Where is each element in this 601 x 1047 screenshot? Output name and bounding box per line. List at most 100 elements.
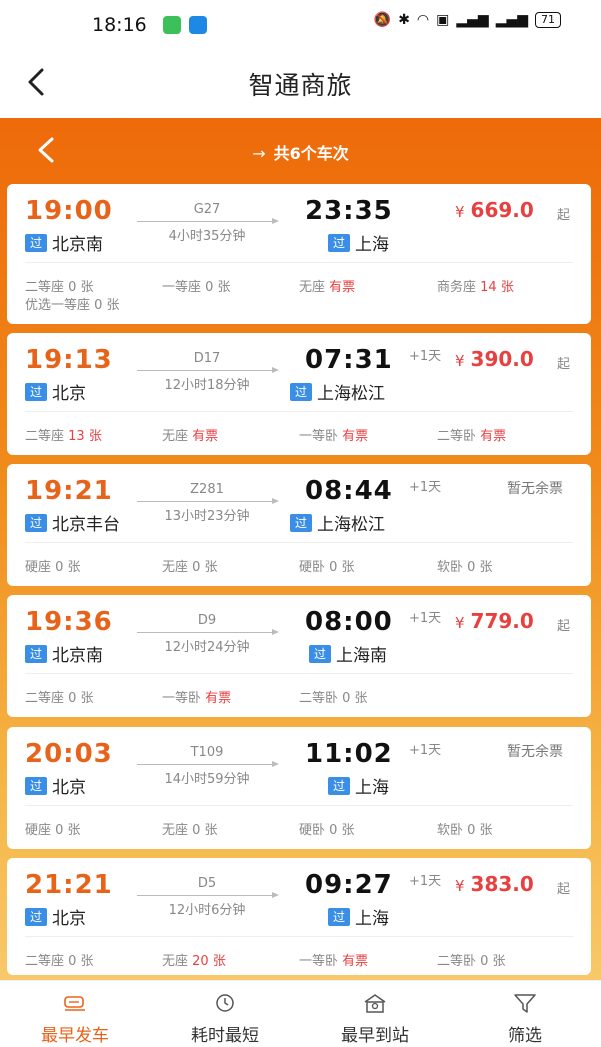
train-card[interactable]: 20:03 T109 14小时59分钟 11:02 过北京过上海 +1天 暂无余票 硬座 0 … xyxy=(7,727,591,849)
tab-shortest-duration[interactable]: 耗时最短 xyxy=(150,981,300,1047)
arrival-station-name: 上海南 xyxy=(336,646,387,666)
seat-type: 软卧 xyxy=(437,560,464,575)
departure-station-name: 北京南 xyxy=(52,646,103,666)
seat-count: 0 张 xyxy=(192,560,218,575)
seat-type: 二等座 xyxy=(25,691,65,706)
pass-through-badge: 过 xyxy=(25,776,47,795)
card-divider xyxy=(25,262,573,263)
seat-type: 无座 xyxy=(162,429,189,444)
train-number: D17 xyxy=(193,351,221,366)
seat-type: 一等座 xyxy=(162,280,202,295)
arrival-station: 过上海 xyxy=(328,773,389,798)
arrow-right-icon: → xyxy=(252,144,266,163)
arrival-station-name: 上海 xyxy=(355,235,389,255)
seat-availability: 商务座 14 张 xyxy=(437,276,514,295)
seat-type: 二等卧 xyxy=(299,691,339,706)
seat-availability: 硬卧 0 张 xyxy=(299,819,355,838)
seat-availability: 无座 0 张 xyxy=(162,556,218,575)
arrival-time: 23:35 xyxy=(305,196,393,226)
tab-label: 耗时最短 xyxy=(191,1026,259,1046)
bluetooth-icon: ✱ xyxy=(398,12,410,28)
departure-station-name: 北京 xyxy=(52,909,86,929)
results-count-label: 共6个车次 xyxy=(273,144,349,163)
ticket-price: ¥383.0 xyxy=(455,872,534,896)
next-day-badge: +1天 xyxy=(409,480,442,495)
card-divider xyxy=(25,411,573,412)
departure-station: 过北京南 xyxy=(25,641,103,666)
seat-type: 二等座 xyxy=(25,280,65,295)
departure-time: 20:03 xyxy=(25,739,113,769)
tab-earliest-departure[interactable]: 最早发车 xyxy=(0,981,150,1047)
next-day-badge: +1天 xyxy=(409,874,442,889)
arrival-station: 过上海松江 xyxy=(290,510,385,535)
seat-count: 有票 xyxy=(342,954,369,969)
travel-duration: 12小时24分钟 xyxy=(164,640,250,655)
departure-station-name: 北京南 xyxy=(52,235,103,255)
price-value: 383.0 xyxy=(470,872,534,896)
arrival-station-name: 上海松江 xyxy=(317,384,385,404)
5g-signal-icon: ▂▄▆ xyxy=(456,12,489,28)
seat-availability: 一等卧 有票 xyxy=(299,950,368,969)
tab-label: 最早发车 xyxy=(41,1026,109,1046)
seat-type: 一等卧 xyxy=(299,954,339,969)
seat-type: 二等卧 xyxy=(437,429,477,444)
seat-availability: 无座 0 张 xyxy=(162,819,218,838)
train-icon xyxy=(64,996,85,1011)
departure-station: 过北京 xyxy=(25,904,86,929)
seat-availability: 一等卧 有票 xyxy=(299,425,368,444)
seat-count: 0 张 xyxy=(55,823,81,838)
seat-availability: 二等卧 0 张 xyxy=(299,687,368,706)
tab-filter[interactable]: 筛选 xyxy=(450,981,600,1047)
seat-count: 有票 xyxy=(192,429,219,444)
departure-station: 过北京南 xyxy=(25,230,103,255)
pass-through-badge: 过 xyxy=(309,644,331,663)
seat-count: 0 张 xyxy=(55,560,81,575)
seat-availability: 一等座 0 张 xyxy=(162,276,231,295)
train-card[interactable]: 19:13 D17 12小时18分钟 07:31 过北京过上海松江 +1天 ¥390.0 起二… xyxy=(7,333,591,455)
train-card[interactable]: 21:21 D5 12小时6分钟 09:27 过北京过上海 +1天 ¥383.0 起二等座 0… xyxy=(7,858,591,975)
seat-availability: 二等卧 0 张 xyxy=(437,950,506,969)
price-from-label: 起 xyxy=(557,619,571,634)
departure-time: 19:21 xyxy=(25,476,113,506)
tab-earliest-arrival[interactable]: 最早到站 xyxy=(300,981,450,1047)
ticket-price: ¥779.0 xyxy=(455,609,534,633)
battery-icon: 71 xyxy=(535,12,561,28)
route-arrow-icon xyxy=(137,218,279,224)
hd-icon: ▣ xyxy=(436,12,450,28)
arrival-time: 11:02 xyxy=(305,739,393,769)
departure-station-name: 北京 xyxy=(52,778,86,798)
nav-bar: 智通商旅 xyxy=(0,50,601,118)
currency-symbol: ¥ xyxy=(455,352,465,370)
departure-time: 19:13 xyxy=(25,345,113,375)
train-card[interactable]: 19:36 D9 12小时24分钟 08:00 过北京南过上海南 +1天 ¥779.0 起二等… xyxy=(7,595,591,717)
seat-count: 0 张 xyxy=(192,823,218,838)
ticket-price: ¥669.0 xyxy=(455,198,534,222)
seat-count: 有票 xyxy=(205,691,232,706)
seat-type: 硬座 xyxy=(25,560,52,575)
seat-count: 有票 xyxy=(329,280,356,295)
train-card[interactable]: 19:21 Z281 13小时23分钟 08:44 过北京丰台过上海松江 +1天 暂无余票硬… xyxy=(7,464,591,586)
pass-through-badge: 过 xyxy=(290,382,312,401)
clock-icon xyxy=(216,994,234,1012)
pass-through-badge: 过 xyxy=(25,907,47,926)
arrival-station: 过上海南 xyxy=(309,641,387,666)
price-value: 779.0 xyxy=(470,609,534,633)
arrival-station-name: 上海松江 xyxy=(317,515,385,535)
next-day-badge: +1天 xyxy=(409,611,442,626)
route-arrow-icon xyxy=(137,367,279,373)
pass-through-badge: 过 xyxy=(25,382,47,401)
next-day-badge: +1天 xyxy=(409,349,442,364)
status-icons: 🔕 ✱ ◠ ▣ ▂▄▆ ▂▄▆ 71 xyxy=(374,12,561,28)
train-number: D9 xyxy=(197,613,217,628)
currency-symbol: ¥ xyxy=(455,203,465,221)
arrival-station: 过上海 xyxy=(328,904,389,929)
travel-duration: 4小时35分钟 xyxy=(168,229,246,244)
train-card[interactable]: 19:00 G27 4小时35分钟 23:35 过北京南过上海 ¥669.0 起二等座 0 … xyxy=(7,184,591,324)
route-arrow-icon xyxy=(137,761,279,767)
filter-icon xyxy=(514,994,536,1013)
app-notification-icon xyxy=(189,16,207,34)
train-number: Z281 xyxy=(190,482,224,497)
seat-count: 有票 xyxy=(342,429,369,444)
seat-type: 硬卧 xyxy=(299,823,326,838)
seat-count: 14 张 xyxy=(480,280,514,295)
